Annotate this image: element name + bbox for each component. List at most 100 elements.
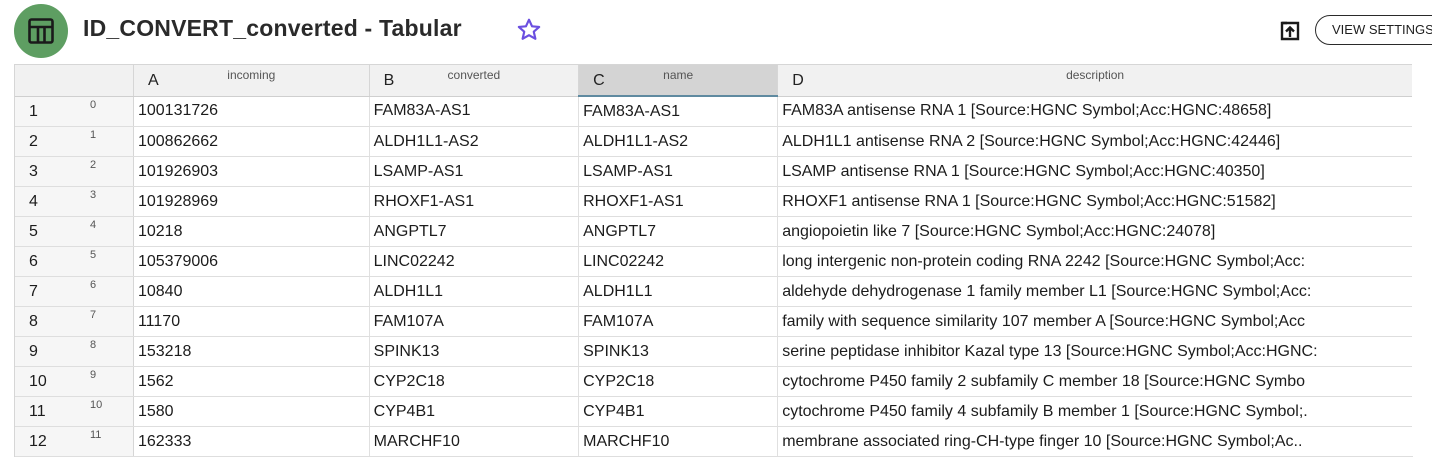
- cell-incoming[interactable]: 100862662: [133, 126, 370, 157]
- row-header[interactable]: 76: [15, 276, 134, 307]
- page-title: ID_CONVERT_converted - Tabular: [83, 15, 462, 41]
- table-row[interactable]: 8 7 11170 FAM107A FAM107A family with sequenc…: [15, 306, 1413, 337]
- cell-description[interactable]: family with sequence similarity 107 memb…: [777, 306, 1413, 337]
- favorite-button[interactable]: [516, 17, 542, 48]
- cell-description[interactable]: membrane associated ring-CH-type finger …: [777, 426, 1413, 457]
- row-header[interactable]: 11 10: [15, 396, 134, 427]
- table-row[interactable]: 10 9 1562 CYP2C18 CYP2C18 cytochrome P450 fam…: [15, 366, 1413, 397]
- corner-cell[interactable]: [15, 65, 134, 97]
- row-index: 3: [90, 189, 97, 201]
- row-number: 3: [29, 163, 38, 180]
- table-row[interactable]: 1 0 100131726 FAM83A-AS1 FAM83A-AS1 FAM83A an…: [15, 96, 1413, 127]
- column-header-b[interactable]: B converted: [369, 65, 580, 97]
- app-icon: [14, 4, 68, 58]
- cell-converted[interactable]: LINC02242: [369, 246, 580, 277]
- cell-converted[interactable]: ALDH1L1-AS2: [369, 126, 580, 157]
- cell-converted[interactable]: CYP2C18: [369, 366, 580, 397]
- cell-converted[interactable]: FAM83A-AS1: [369, 96, 580, 127]
- row-number: 1: [29, 102, 38, 120]
- cell-name[interactable]: MARCHF10: [578, 426, 779, 457]
- cell-description[interactable]: long intergenic non-protein coding RNA 2…: [777, 246, 1413, 277]
- column-header-a[interactable]: A incoming: [133, 65, 370, 97]
- cell-name[interactable]: CYP2C18: [578, 366, 779, 397]
- cell-name[interactable]: FAM107A: [578, 306, 779, 337]
- row-header[interactable]: 10 9: [15, 366, 134, 397]
- row-header[interactable]: 43: [15, 186, 134, 217]
- row-index: 4: [90, 219, 97, 231]
- cell-incoming[interactable]: 153218: [133, 336, 370, 367]
- cell-converted[interactable]: LSAMP-AS1: [369, 156, 580, 187]
- cell-description[interactable]: angiopoietin like 7 [Source:HGNC Symbol;…: [777, 216, 1413, 247]
- row-number: 4: [29, 193, 38, 210]
- row-header[interactable]: 87: [15, 306, 134, 337]
- row-header[interactable]: 10: [15, 96, 134, 127]
- table-row[interactable]: 4 3 101928969 RHOXF1-AS1 RHOXF1-AS1 RHOXF1 an…: [15, 186, 1413, 217]
- table-row[interactable]: 3 2 101926903 LSAMP-AS1 LSAMP-AS1 LSAMP antis…: [15, 156, 1413, 187]
- cell-description[interactable]: cytochrome P450 family 4 subfamily B mem…: [777, 396, 1413, 427]
- cell-converted[interactable]: MARCHF10: [369, 426, 580, 457]
- row-index: 1: [90, 129, 97, 141]
- row-header[interactable]: 12 11: [15, 426, 134, 457]
- table-row[interactable]: 7 6 10840 ALDH1L1 ALDH1L1 aldehyde dehydrogen…: [15, 276, 1413, 307]
- cell-converted[interactable]: ALDH1L1: [369, 276, 580, 307]
- row-index: 9: [90, 369, 97, 381]
- column-name: name: [663, 68, 694, 82]
- row-number: 6: [29, 253, 38, 270]
- export-icon: [1280, 21, 1300, 41]
- cell-incoming[interactable]: 105379006: [133, 246, 370, 277]
- cell-incoming[interactable]: 101928969: [133, 186, 370, 217]
- cell-incoming[interactable]: 10840: [133, 276, 370, 307]
- view-settings-button[interactable]: VIEW SETTINGS: [1315, 15, 1432, 45]
- cell-incoming[interactable]: 101926903: [133, 156, 370, 187]
- cell-name[interactable]: LINC02242: [578, 246, 779, 277]
- cell-converted[interactable]: SPINK13: [369, 336, 580, 367]
- row-number: 12: [29, 433, 47, 450]
- cell-description[interactable]: RHOXF1 antisense RNA 1 [Source:HGNC Symb…: [777, 186, 1413, 217]
- cell-converted[interactable]: FAM107A: [369, 306, 580, 337]
- row-header[interactable]: 32: [15, 156, 134, 187]
- cell-description[interactable]: ALDH1L1 antisense RNA 2 [Source:HGNC Sym…: [777, 126, 1413, 157]
- row-number: 7: [29, 283, 38, 300]
- row-index: 5: [90, 249, 97, 261]
- cell-incoming[interactable]: 162333: [133, 426, 370, 457]
- cell-name[interactable]: CYP4B1: [578, 396, 779, 427]
- column-name: converted: [447, 68, 501, 82]
- cell-name[interactable]: RHOXF1-AS1: [578, 186, 779, 217]
- cell-converted[interactable]: ANGPTL7: [369, 216, 580, 247]
- column-name: incoming: [227, 68, 276, 82]
- cell-incoming[interactable]: 100131726: [133, 96, 370, 127]
- column-header-c[interactable]: C name: [578, 65, 779, 97]
- cell-incoming[interactable]: 10218: [133, 216, 370, 247]
- cell-name[interactable]: ALDH1L1: [578, 276, 779, 307]
- table-row[interactable]: 11 10 1580 CYP4B1 CYP4B1 cytochrome P450 fami…: [15, 396, 1413, 427]
- row-number: 8: [29, 313, 38, 330]
- cell-incoming[interactable]: 11170: [133, 306, 370, 337]
- table-row[interactable]: 12 11 162333 MARCHF10 MARCHF10 membrane assoc…: [15, 426, 1413, 457]
- cell-name[interactable]: SPINK13: [578, 336, 779, 367]
- row-header[interactable]: 21: [15, 126, 134, 157]
- cell-incoming[interactable]: 1562: [133, 366, 370, 397]
- cell-description[interactable]: FAM83A antisense RNA 1 [Source:HGNC Symb…: [777, 96, 1413, 127]
- cell-description[interactable]: cytochrome P450 family 2 subfamily C mem…: [777, 366, 1413, 397]
- cell-name[interactable]: LSAMP-AS1: [578, 156, 779, 187]
- row-header[interactable]: 98: [15, 336, 134, 367]
- cell-name[interactable]: ANGPTL7: [578, 216, 779, 247]
- export-button[interactable]: [1278, 19, 1302, 48]
- cell-description[interactable]: aldehyde dehydrogenase 1 family member L…: [777, 276, 1413, 307]
- row-number: 10: [29, 373, 47, 390]
- cell-converted[interactable]: RHOXF1-AS1: [369, 186, 580, 217]
- table-row[interactable]: 9 8 153218 SPINK13 SPINK13 serine peptidase i…: [15, 336, 1413, 367]
- row-header[interactable]: 54: [15, 216, 134, 247]
- cell-description[interactable]: LSAMP antisense RNA 1 [Source:HGNC Symbo…: [777, 156, 1413, 187]
- row-header[interactable]: 65: [15, 246, 134, 277]
- cell-incoming[interactable]: 1580: [133, 396, 370, 427]
- column-header-d[interactable]: D description: [777, 65, 1413, 97]
- vertical-scrollbar[interactable]: [1412, 64, 1432, 456]
- table-row[interactable]: 5 4 10218 ANGPTL7 ANGPTL7 angiopoietin like 7…: [15, 216, 1413, 247]
- cell-description[interactable]: serine peptidase inhibitor Kazal type 13…: [777, 336, 1413, 367]
- cell-converted[interactable]: CYP4B1: [369, 396, 580, 427]
- table-row[interactable]: 2 1 100862662 ALDH1L1-AS2 ALDH1L1-AS2 ALDH1L1…: [15, 126, 1413, 157]
- cell-name[interactable]: FAM83A-AS1: [578, 96, 779, 127]
- table-row[interactable]: 6 5 105379006 LINC02242 LINC02242 long interg…: [15, 246, 1413, 277]
- cell-name[interactable]: ALDH1L1-AS2: [578, 126, 779, 157]
